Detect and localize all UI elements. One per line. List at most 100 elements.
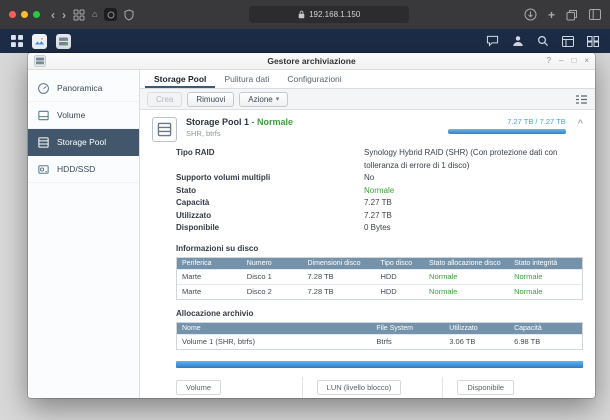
- cell: Marte: [177, 284, 242, 299]
- table-row[interactable]: Marte Disco 1 7.28 TB HDD Normale Normal…: [177, 269, 582, 284]
- collapse-chevron-icon[interactable]: ^: [578, 118, 583, 128]
- detail-label: Supporto volumi multipli: [176, 172, 364, 185]
- sidebar-item-label: Volume: [57, 110, 85, 120]
- action-button[interactable]: Azione ▾: [239, 92, 288, 107]
- mac-zoom-button[interactable]: [33, 11, 40, 18]
- detail-label: Stato: [176, 185, 364, 198]
- chat-icon[interactable]: [486, 35, 499, 47]
- cell-status: Normale: [424, 269, 509, 284]
- help-icon[interactable]: ?: [547, 57, 551, 65]
- close-icon[interactable]: ×: [584, 57, 589, 65]
- toolbar: Crea Rimuovi Azione ▾: [140, 89, 595, 110]
- disk-info-table: Periferica Numero Dimensioni disco Tipo …: [176, 257, 583, 300]
- cell: Marte: [177, 269, 242, 284]
- tab-storage-pool[interactable]: Storage Pool: [145, 70, 215, 88]
- remove-button[interactable]: Rimuovi: [187, 92, 234, 107]
- browser-toolbar: ‹ › ⌂ 192.168.1.150 +: [0, 0, 610, 29]
- search-icon[interactable]: [537, 35, 549, 47]
- cell: HDD: [375, 284, 424, 299]
- detail-row: Stato Normale: [176, 185, 583, 198]
- mac-close-button[interactable]: [9, 11, 16, 18]
- create-button: Crea: [147, 92, 182, 107]
- storage-manager-window: Gestore archiviazione ? – □ × Panoramica…: [28, 53, 595, 398]
- capacity-bar: [176, 361, 583, 368]
- detail-row: Utilizzato 7.27 TB: [176, 210, 583, 223]
- tab-bar: Storage Pool Pulitura dati Configurazion…: [140, 70, 595, 89]
- column-header: Nome: [177, 323, 371, 335]
- cell: 7.28 TB: [303, 284, 376, 299]
- pool-details: Tipo RAID Synology Hybrid RAID (SHR) (Co…: [176, 147, 583, 235]
- column-header: File System: [371, 323, 444, 335]
- table-row[interactable]: Volume 1 (SHR, btrfs) Btrfs 3.06 TB 6.98…: [177, 334, 582, 349]
- dsm-taskbar: [0, 29, 610, 53]
- maximize-icon[interactable]: □: [571, 57, 576, 65]
- back-icon[interactable]: ‹: [51, 9, 55, 21]
- macos-window-controls: [9, 11, 40, 18]
- window-titlebar[interactable]: Gestore archiviazione ? – □ ×: [28, 53, 595, 70]
- tab-configurazioni[interactable]: Configurazioni: [278, 70, 350, 88]
- legend-label: Volume: [176, 380, 221, 395]
- tab-pulitura-dati[interactable]: Pulitura dati: [215, 70, 278, 88]
- detail-label: Utilizzato: [176, 210, 364, 223]
- cell: 3.06 TB: [444, 334, 509, 349]
- gauge-icon: [37, 82, 50, 95]
- table-header-row: Periferica Numero Dimensioni disco Tipo …: [177, 258, 582, 270]
- legend-label: LUN (livello blocco): [317, 380, 402, 395]
- minimize-icon[interactable]: –: [559, 57, 563, 65]
- new-tab-icon[interactable]: +: [548, 9, 555, 21]
- lock-icon: [298, 10, 305, 19]
- sidebar-item-volume[interactable]: Volume: [28, 102, 139, 129]
- detail-value: No: [364, 172, 583, 185]
- address-bar[interactable]: 192.168.1.150: [249, 6, 409, 23]
- detail-value: 0 Bytes: [364, 222, 583, 235]
- detail-row: Capacità 7.27 TB: [176, 197, 583, 210]
- pool-status: Normale: [257, 117, 293, 127]
- mac-minimize-button[interactable]: [21, 11, 28, 18]
- downloads-icon[interactable]: [524, 8, 537, 21]
- storage-manager-app-icon[interactable]: [56, 34, 71, 49]
- pilot-view-icon[interactable]: [587, 36, 599, 47]
- column-header: Tipo disco: [375, 258, 424, 270]
- detail-label: Capacità: [176, 197, 364, 210]
- sidebar-item-hdd-ssd[interactable]: HDD/SSD: [28, 156, 139, 183]
- storage-pool-big-icon: [152, 117, 177, 142]
- column-header: Utilizzato: [444, 323, 509, 335]
- column-header: Capacità: [509, 323, 582, 335]
- widgets-icon[interactable]: [562, 36, 574, 47]
- forward-icon[interactable]: ›: [62, 9, 66, 21]
- disk-info-title: Informazioni su disco: [176, 244, 583, 253]
- cell-status: Normale: [424, 284, 509, 299]
- table-header-row: Nome File System Utilizzato Capacità: [177, 323, 582, 335]
- pool-usage-text: 7.27 TB / 7.27 TB: [448, 117, 566, 126]
- photo-app-icon[interactable]: [32, 34, 47, 49]
- sidebar-item-panoramica[interactable]: Panoramica: [28, 75, 139, 102]
- extension-icon[interactable]: [104, 8, 117, 21]
- detail-row: Supporto volumi multipli No: [176, 172, 583, 185]
- cell: Volume 1 (SHR, btrfs): [177, 334, 371, 349]
- pool-detail-panel: Storage Pool 1 - Normale SHR, btrfs 7.27…: [140, 110, 595, 398]
- shield-icon[interactable]: [124, 9, 134, 21]
- legend-lun: LUN (livello blocco) 0 Bytes: [302, 377, 443, 399]
- detail-row: Disponibile 0 Bytes: [176, 222, 583, 235]
- sidebar-item-storage-pool[interactable]: Storage Pool: [28, 129, 139, 156]
- cell: 6.98 TB: [509, 334, 582, 349]
- window-title: Gestore archiviazione: [28, 56, 595, 66]
- sidebar-item-label: HDD/SSD: [57, 164, 95, 174]
- user-icon[interactable]: [512, 35, 524, 47]
- table-row[interactable]: Marte Disco 2 7.28 TB HDD Normale Normal…: [177, 284, 582, 299]
- tab-overview-icon[interactable]: [73, 9, 85, 21]
- main-menu-icon[interactable]: [11, 35, 23, 47]
- sidebar-toggle-icon[interactable]: [589, 9, 601, 20]
- allocation-title: Allocazione archivio: [176, 309, 583, 318]
- detail-value: Synology Hybrid RAID (SHR) (Con protezio…: [364, 147, 583, 172]
- tabs-icon[interactable]: [566, 9, 578, 21]
- column-header: Periferica: [177, 258, 242, 270]
- pool-usage-bar: [448, 129, 566, 134]
- cell: HDD: [375, 269, 424, 284]
- view-toggle-icon[interactable]: [575, 94, 588, 105]
- cell: Disco 1: [242, 269, 303, 284]
- chevron-down-icon: ▾: [276, 95, 280, 103]
- home-icon[interactable]: ⌂: [92, 10, 97, 19]
- legend-available: Disponibile 0 Bytes: [442, 377, 583, 399]
- action-button-label: Azione: [248, 95, 272, 104]
